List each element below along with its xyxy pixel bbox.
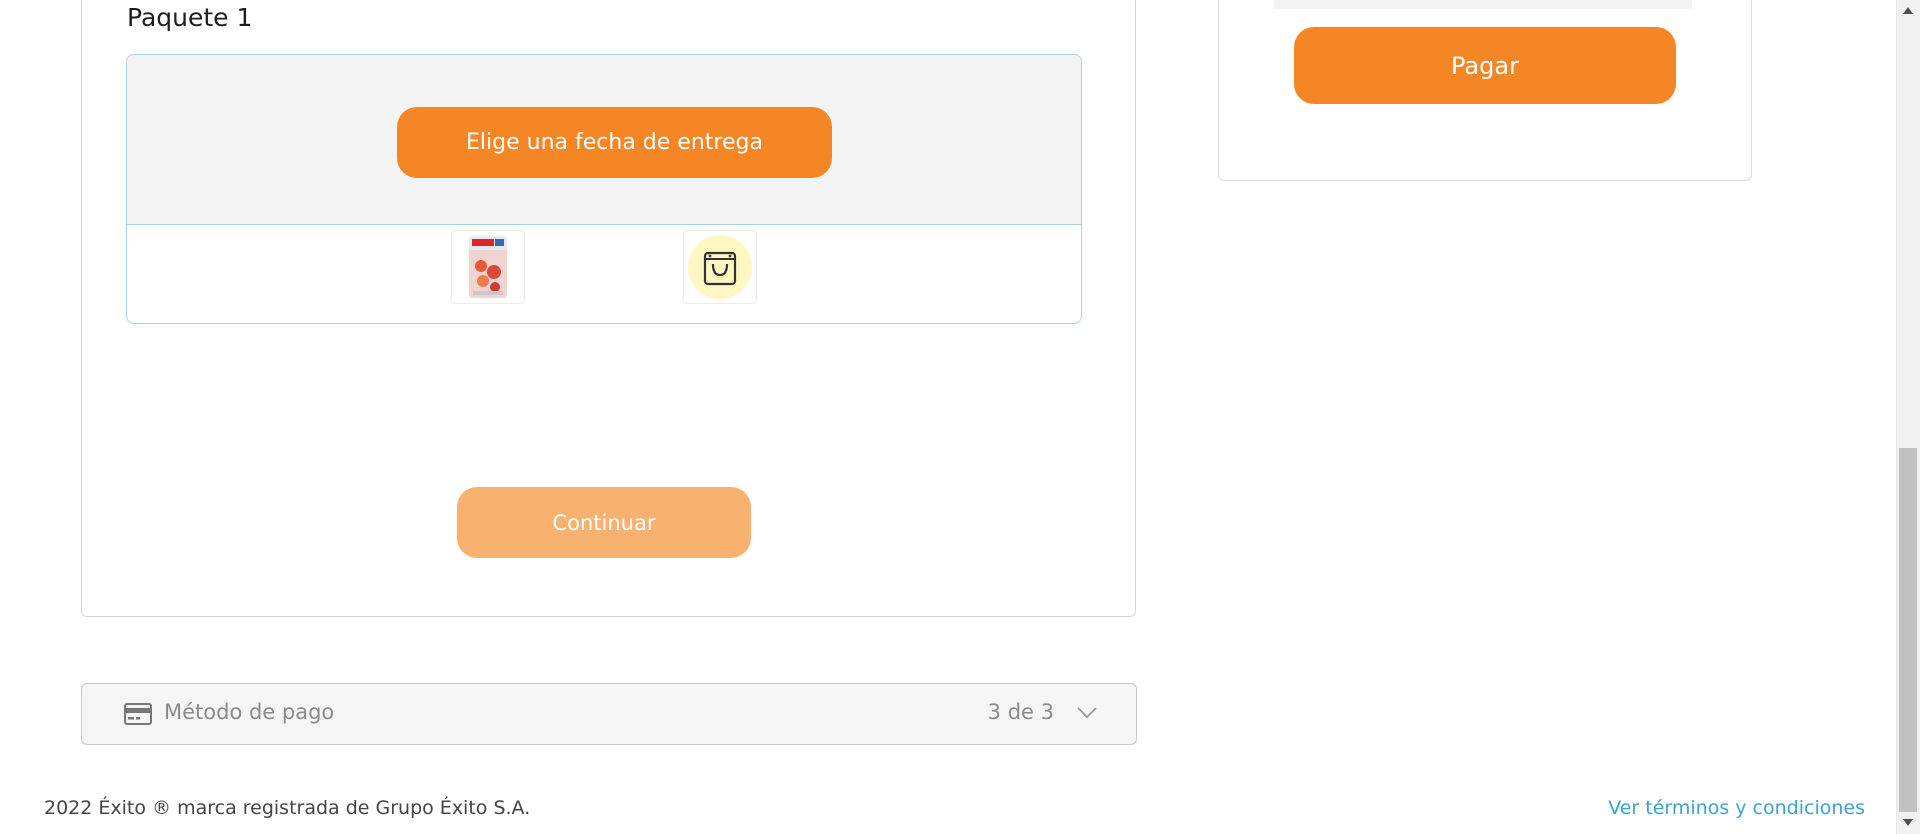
scroll-down-icon[interactable] bbox=[1900, 814, 1916, 830]
shopping-bag-icon bbox=[703, 251, 737, 286]
payment-method-accordion[interactable]: Método de pago 3 de 3 bbox=[81, 683, 1137, 745]
package-title: Paquete 1 bbox=[127, 3, 253, 32]
product-image-icon bbox=[469, 236, 507, 298]
scrollbar-thumb[interactable] bbox=[1899, 448, 1917, 812]
scroll-up-icon[interactable] bbox=[1900, 2, 1916, 18]
package-box: Elige una fecha de entrega bbox=[126, 54, 1082, 324]
package-header: Elige una fecha de entrega bbox=[127, 55, 1081, 225]
product-thumbnail[interactable] bbox=[451, 230, 525, 304]
choose-delivery-date-button[interactable]: Elige una fecha de entrega bbox=[397, 107, 832, 178]
bag-highlight bbox=[688, 235, 752, 299]
shopping-bag-thumbnail[interactable] bbox=[683, 230, 757, 304]
continue-button[interactable]: Continuar bbox=[457, 487, 751, 558]
step-indicator: 3 de 3 bbox=[987, 700, 1054, 724]
pay-button[interactable]: Pagar bbox=[1294, 27, 1676, 104]
footer-copyright: 2022 Éxito ® marca registrada de Grupo É… bbox=[44, 797, 531, 819]
summary-divider bbox=[1274, 0, 1692, 9]
checkout-page: Paquete 1 Elige una fecha de entrega Con… bbox=[0, 0, 1920, 834]
credit-card-icon bbox=[124, 703, 152, 725]
payment-method-label: Método de pago bbox=[164, 700, 335, 724]
terms-link[interactable]: Ver términos y condiciones bbox=[1608, 797, 1865, 819]
chevron-down-icon[interactable] bbox=[1076, 706, 1098, 720]
